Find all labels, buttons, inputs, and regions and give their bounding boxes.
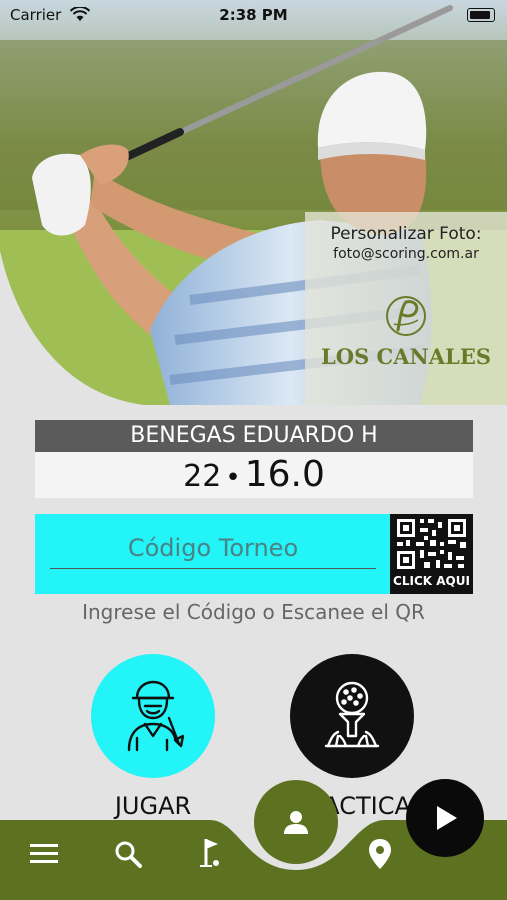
- play-button[interactable]: [406, 779, 484, 857]
- qr-caption: CLICK AQUI: [393, 574, 470, 588]
- battery-icon: [467, 8, 495, 22]
- golf-flag-icon[interactable]: [198, 837, 226, 869]
- player-handicap: 22 • 16.0: [35, 452, 473, 498]
- custom-photo-promo[interactable]: Personalizar Foto: foto@scoring.com.ar L…: [305, 212, 507, 405]
- golfer-avatar-icon: [127, 680, 185, 752]
- promo-title: Personalizar Foto:: [330, 224, 482, 244]
- profile-button[interactable]: [254, 780, 338, 864]
- club-name: LOS CANALES: [321, 344, 491, 369]
- scan-qr-button[interactable]: CLICK AQUI: [390, 514, 473, 594]
- golf-ball-tee-icon: [324, 681, 380, 748]
- qr-code-icon: [394, 516, 469, 572]
- handicap-course: 22: [183, 459, 222, 494]
- menu-icon[interactable]: [30, 843, 58, 865]
- tournament-code-input[interactable]: [50, 528, 376, 569]
- player-name: BENEGAS EDUARDO H: [35, 420, 473, 452]
- tournament-code-panel: CLICK AQUI: [35, 514, 473, 594]
- play-round-button[interactable]: [91, 654, 215, 778]
- location-pin-icon[interactable]: [368, 838, 392, 870]
- status-bar: Carrier 2:38 PM: [0, 0, 507, 30]
- play-icon: [437, 806, 457, 830]
- promo-email: foto@scoring.com.ar: [333, 246, 479, 262]
- practice-button[interactable]: [290, 654, 414, 778]
- club-logo-icon: [305, 294, 507, 342]
- profile-icon: [284, 811, 308, 834]
- search-icon[interactable]: [114, 840, 142, 868]
- hero-section: Carrier 2:38 PM Personalizar Foto: foto@…: [0, 0, 507, 405]
- status-time: 2:38 PM: [219, 6, 288, 24]
- handicap-index: 16.0: [244, 454, 325, 495]
- handicap-separator: •: [225, 463, 241, 493]
- code-hint: Ingrese el Código o Escanee el QR: [82, 600, 425, 624]
